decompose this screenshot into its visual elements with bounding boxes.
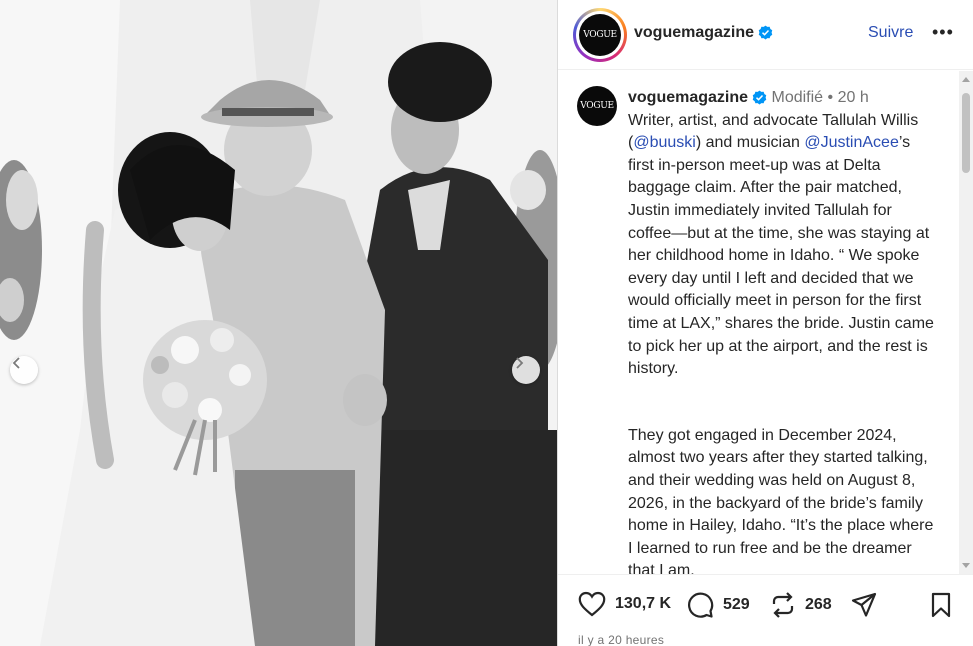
meta-separator: • <box>827 89 834 106</box>
next-photo-button[interactable] <box>512 356 540 384</box>
save-button[interactable] <box>929 591 953 619</box>
scrollbar-thumb[interactable] <box>962 93 970 173</box>
repost-button[interactable]: 268 <box>770 591 832 619</box>
story-ring[interactable]: VOGUE <box>573 8 627 62</box>
header-username[interactable]: voguemagazine <box>634 24 754 41</box>
scroll-up-arrow[interactable] <box>962 77 970 82</box>
caption-avatar[interactable]: VOGUE <box>577 86 617 126</box>
post-header: VOGUE voguemagazine Suivre ••• <box>558 0 973 70</box>
verified-badge-icon <box>758 25 773 40</box>
repost-count[interactable]: 268 <box>805 596 832 614</box>
repost-icon <box>772 592 794 618</box>
chevron-right-icon <box>516 357 524 369</box>
scroll-down-arrow[interactable] <box>962 563 970 568</box>
post-details-panel: VOGUE voguemagazine Suivre ••• VOGUE vog… <box>557 0 973 646</box>
like-count[interactable]: 130,7 K <box>615 595 671 613</box>
more-options-button[interactable]: ••• <box>932 22 954 43</box>
paper-plane-icon <box>851 592 877 617</box>
caption-paragraph-2: They got engaged in December 2024, almos… <box>628 426 934 574</box>
mention-link-buuski[interactable]: @buuski <box>633 134 696 151</box>
comment-bubble-icon <box>688 592 714 618</box>
post-timestamp[interactable]: il y a 20 heures <box>578 633 664 646</box>
caption-scrollbar[interactable] <box>959 71 973 574</box>
header-username-row[interactable]: voguemagazine <box>634 24 773 42</box>
action-bar: 130,7 K 529 268 il y a 20 heures <box>558 574 973 646</box>
comment-button[interactable]: 529 <box>686 591 750 619</box>
bookmark-icon <box>931 592 951 618</box>
caption-username[interactable]: voguemagazine <box>628 89 748 106</box>
comment-count[interactable]: 529 <box>723 596 750 614</box>
caption-scroll-area[interactable]: VOGUE voguemagazine Modifié • 20 h Write… <box>558 71 973 574</box>
like-button[interactable]: 130,7 K <box>578 591 671 617</box>
previous-photo-button[interactable] <box>10 356 38 384</box>
account-avatar: VOGUE <box>579 14 621 56</box>
follow-button[interactable]: Suivre <box>868 24 913 42</box>
wedding-photo <box>0 0 557 646</box>
mention-link-justinacee[interactable]: @JustinAcee <box>804 134 899 151</box>
heart-icon <box>578 591 606 617</box>
caption-avatar-image: VOGUE <box>577 86 617 126</box>
post-photo[interactable] <box>0 0 557 646</box>
caption-part-2: ) and musician <box>695 134 805 152</box>
edited-label: Modifié <box>771 89 824 106</box>
story-ring-inner: VOGUE <box>576 11 624 59</box>
chevron-left-icon <box>12 357 20 369</box>
caption-part-3: ’s first in-person meet-up was at Delta … <box>628 134 934 378</box>
post-time-ago[interactable]: 20 h <box>838 89 869 106</box>
share-button[interactable] <box>850 591 878 619</box>
caption-text: voguemagazine Modifié • 20 h Writer, art… <box>628 87 938 574</box>
verified-badge-icon <box>752 90 767 105</box>
